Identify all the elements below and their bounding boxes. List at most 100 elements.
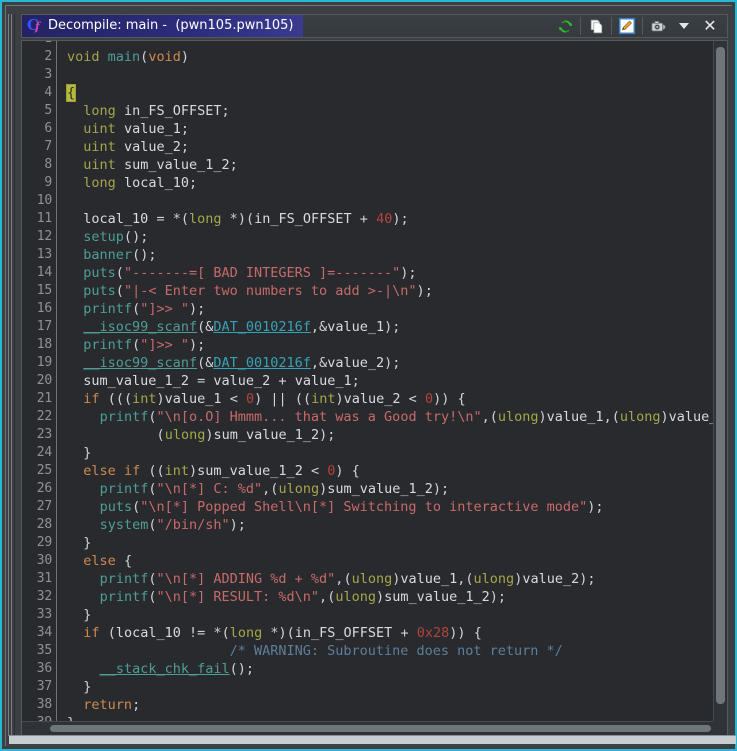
code-line[interactable]: 2 void main(void) [22,48,713,66]
code-line[interactable]: 13 banner(); [22,246,713,264]
code-text[interactable]: } [66,714,713,721]
code-line[interactable]: 12 setup(); [22,228,713,246]
code-line[interactable]: 32 printf("\n[*] RESULT: %d\n",(ulong)su… [22,588,713,606]
code-text[interactable]: __isoc99_scanf(&DAT_0010216f,&value_2); [66,354,713,372]
window-bottom-strip [9,735,736,744]
code-line[interactable]: 15 puts("|-< Enter two numbers to add >-… [22,282,713,300]
code-text[interactable]: } [66,606,713,624]
code-text[interactable]: void main(void) [66,48,713,66]
code-line[interactable]: 23 (ulong)sum_value_1_2); [22,426,713,444]
code-line[interactable]: 10 [22,192,713,210]
code-line[interactable]: 39} [22,714,713,721]
code-line[interactable]: 28 system("/bin/sh"); [22,516,713,534]
code-text[interactable]: sum_value_1_2 = value_2 + value_1; [66,372,713,390]
code-text[interactable]: local_10 = *(long *)(in_FS_OFFSET + 40); [66,210,713,228]
code-text[interactable]: uint value_1; [66,120,713,138]
titlebar[interactable]: C f Decompile: main - (pwn105.pwn105) ✕ [21,14,728,38]
code-line[interactable]: 22 printf("\n[o.O] Hmmm... that was a Go… [22,408,713,426]
code-text[interactable]: return; [66,696,713,714]
code-text[interactable]: __isoc99_scanf(&DAT_0010216f,&value_1); [66,318,713,336]
code-text[interactable]: puts("\n[*] Popped Shell\n[*] Switching … [66,498,713,516]
code-line[interactable]: 5 long in_FS_OFFSET; [22,102,713,120]
code-line[interactable]: 34 if (local_10 != *(long *)(in_FS_OFFSE… [22,624,713,642]
code-text[interactable]: printf("\n[*] ADDING %d + %d",(ulong)val… [66,570,713,588]
code-line[interactable]: 6 uint value_1; [22,120,713,138]
refresh-button[interactable] [552,15,578,37]
code-line[interactable]: 26 printf("\n[*] C: %d",(ulong)sum_value… [22,480,713,498]
code-line[interactable]: 36 __stack_chk_fail(); [22,660,713,678]
code-text[interactable]: long local_10; [66,174,713,192]
code-line[interactable]: 7 uint value_2; [22,138,713,156]
code-text[interactable]: printf("\n[*] RESULT: %d\n",(ulong)sum_v… [66,588,713,606]
edit-button[interactable] [614,15,640,37]
code-text[interactable]: if (local_10 != *(long *)(in_FS_OFFSET +… [66,624,713,642]
decompiler-code-panel[interactable]: 12void main(void)34{5 long in_FS_OFFSET;… [21,40,728,736]
code-line[interactable]: 21 if (((int)value_1 < 0) || ((int)value… [22,390,713,408]
code-text[interactable]: setup(); [66,228,713,246]
code-text[interactable]: /* WARNING: Subroutine does not return *… [66,642,713,660]
code-text[interactable]: system("/bin/sh"); [66,516,713,534]
code-text[interactable]: long in_FS_OFFSET; [66,102,713,120]
snapshot-button[interactable] [645,15,671,37]
code-line[interactable]: 20 sum_value_1_2 = value_2 + value_1; [22,372,713,390]
code-text[interactable]: if (((int)value_1 < 0) || ((int)value_2 … [66,390,713,408]
code-line[interactable]: 1 [22,41,713,48]
line-number: 24 [36,445,52,460]
line-number: 14 [36,265,52,280]
code-text[interactable]: printf("\n[o.O] Hmmm... that was a Good … [66,408,713,426]
code-line[interactable]: 16 printf("]>> "); [22,300,713,318]
dock-handle[interactable] [6,14,18,736]
code-text[interactable]: printf("\n[*] C: %d",(ulong)sum_value_1_… [66,480,713,498]
code-line[interactable]: 37 } [22,678,713,696]
code-text[interactable]: else { [66,552,713,570]
code-line[interactable]: 24 } [22,444,713,462]
code-line[interactable]: 18 printf("]>> "); [22,336,713,354]
line-number: 8 [44,157,52,172]
code-line[interactable]: 17 __isoc99_scanf(&DAT_0010216f,&value_1… [22,318,713,336]
line-gutter [56,372,66,390]
code-line[interactable]: 11 local_10 = *(long *)(in_FS_OFFSET + 4… [22,210,713,228]
code-line[interactable]: 19 __isoc99_scanf(&DAT_0010216f,&value_2… [22,354,713,372]
code-line[interactable]: 8 uint sum_value_1_2; [22,156,713,174]
code-text[interactable]: puts("|-< Enter two numbers to add >-|\n… [66,282,713,300]
code-text[interactable]: printf("]>> "); [66,300,713,318]
code-text[interactable]: (ulong)sum_value_1_2); [66,426,713,444]
code-line[interactable]: 35 /* WARNING: Subroutine does not retur… [22,642,713,660]
code-line[interactable]: 14 puts("-------=[ BAD INTEGERS ]=------… [22,264,713,282]
line-gutter [56,300,66,318]
code-text[interactable]: } [66,534,713,552]
code-line[interactable]: 4{ [22,84,713,102]
line-number: 37 [36,679,52,694]
horizontal-scrollbar[interactable] [22,721,713,735]
code-line[interactable]: 38 return; [22,696,713,714]
more-menu-button[interactable] [671,15,697,37]
code-text[interactable]: uint value_2; [66,138,713,156]
code-line[interactable]: 33 } [22,606,713,624]
vertical-scrollbar[interactable] [713,41,727,721]
code-text[interactable]: banner(); [66,246,713,264]
code-text[interactable]: else if ((int)sum_value_1_2 < 0) { [66,462,713,480]
code-line[interactable]: 29 } [22,534,713,552]
code-line[interactable]: 30 else { [22,552,713,570]
copy-button[interactable] [583,15,609,37]
line-gutter [56,624,66,642]
line-number: 4 [44,85,52,100]
horizontal-scrollbar-thumb[interactable] [50,725,711,732]
code-line[interactable]: 31 printf("\n[*] ADDING %d + %d",(ulong)… [22,570,713,588]
code-text[interactable]: } [66,444,713,462]
line-gutter [56,462,66,480]
matching-brace-highlight[interactable]: { [65,84,77,102]
code-text[interactable]: { [65,84,713,102]
code-line[interactable]: 27 puts("\n[*] Popped Shell\n[*] Switchi… [22,498,713,516]
code-line[interactable]: 3 [22,66,713,84]
code-text[interactable]: } [66,678,713,696]
code-text[interactable]: printf("]>> "); [66,336,713,354]
code-text[interactable]: __stack_chk_fail(); [66,660,713,678]
code-line[interactable]: 25 else if ((int)sum_value_1_2 < 0) { [22,462,713,480]
code-text[interactable]: uint sum_value_1_2; [66,156,713,174]
app-icon-subscript: f [35,20,40,33]
close-button[interactable]: ✕ [697,15,723,37]
code-line[interactable]: 9 long local_10; [22,174,713,192]
code-text[interactable]: puts("-------=[ BAD INTEGERS ]=-------")… [66,264,713,282]
vertical-scrollbar-thumb[interactable] [716,47,725,704]
